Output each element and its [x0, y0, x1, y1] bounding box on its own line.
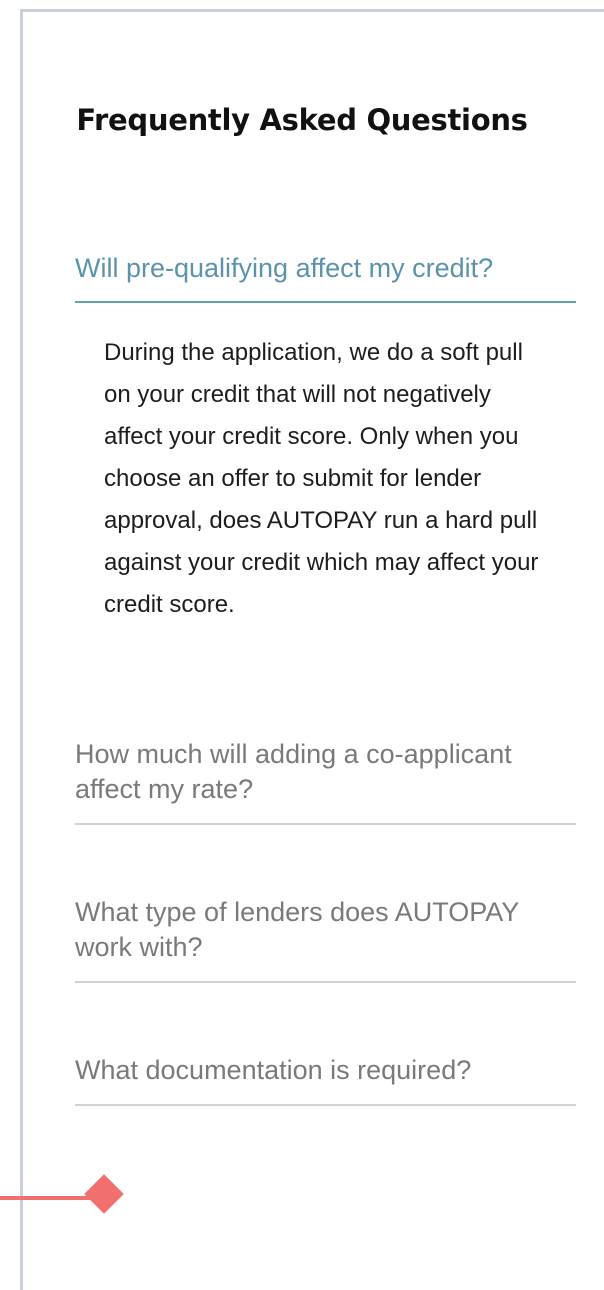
faq-question-lenders[interactable]: What type of lenders does AUTOPAY work w… — [75, 895, 576, 965]
faq-divider-active — [75, 301, 576, 303]
decorative-diamond-icon — [84, 1174, 124, 1214]
faq-answer-pre-qualifying: During the application, we do a soft pul… — [104, 339, 539, 618]
faq-question-co-applicant[interactable]: How much will adding a co-applicant affe… — [75, 737, 576, 807]
faq-item-co-applicant[interactable]: How much will adding a co-applicant affe… — [75, 737, 576, 807]
faq-divider — [75, 1104, 576, 1106]
faq-item-lenders[interactable]: What type of lenders does AUTOPAY work w… — [75, 895, 576, 965]
page-title: Frequently Asked Questions — [76, 103, 528, 137]
faq-question-documentation[interactable]: What documentation is required? — [75, 1053, 576, 1088]
faq-divider — [75, 823, 576, 825]
faq-item-documentation[interactable]: What documentation is required? — [75, 1053, 576, 1088]
faq-page: Frequently Asked Questions Will pre-qual… — [0, 0, 604, 1290]
frame-left-border — [20, 9, 23, 1290]
decorative-accent-line — [0, 1196, 100, 1200]
faq-divider — [75, 981, 576, 983]
faq-question-pre-qualifying[interactable]: Will pre-qualifying affect my credit? — [75, 251, 576, 286]
faq-item-pre-qualifying[interactable]: Will pre-qualifying affect my credit? — [75, 251, 576, 286]
frame-top-border — [20, 9, 604, 12]
